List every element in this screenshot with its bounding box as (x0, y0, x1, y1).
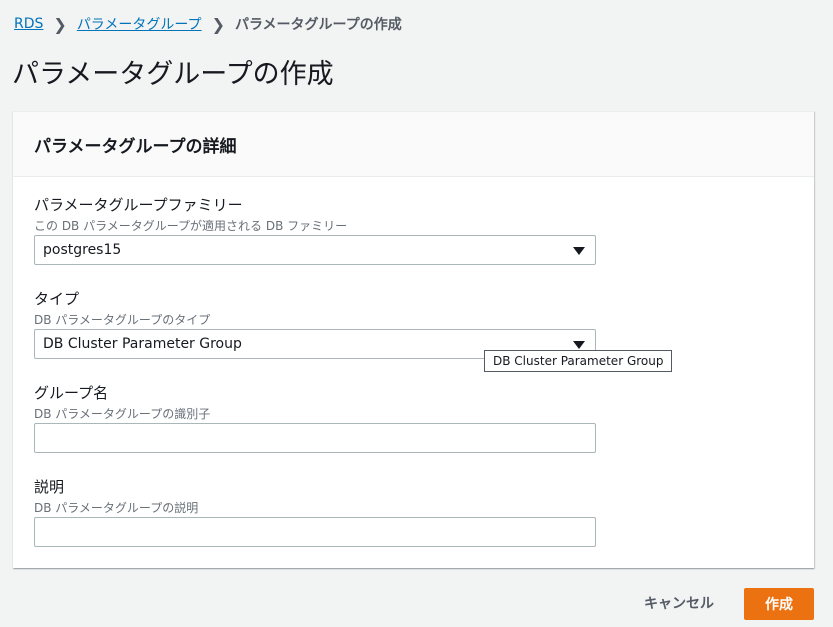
description-label: 説明 (34, 478, 65, 496)
group-name-description: DB パラメータグループの識別子 (34, 407, 211, 421)
type-select-value: DB Cluster Parameter Group (43, 336, 242, 352)
description-description: DB パラメータグループの説明 (34, 501, 199, 515)
type-label: タイプ (34, 290, 80, 308)
panel-title: パラメータグループの詳細 (34, 136, 237, 157)
chevron-right-icon: ❯ (211, 14, 225, 34)
description-field-text: 説明 DB パラメータグループの説明 (34, 476, 198, 516)
description-input[interactable] (34, 517, 596, 547)
type-field-text: タイプ DB パラメータグループのタイプ (34, 288, 210, 328)
page-title: パラメータグループの作成 (12, 59, 334, 90)
family-field-text: パラメータグループファミリー この DB パラメータグループが適用される DB … (34, 194, 347, 234)
panel-header: パラメータグループの詳細 (13, 112, 814, 177)
group-name-input[interactable] (34, 423, 596, 453)
cancel-button[interactable]: キャンセル (640, 589, 718, 617)
group-name-label: グループ名 (34, 384, 109, 402)
family-select[interactable]: postgres15 (34, 235, 596, 265)
breadcrumb-current: パラメータグループの作成 (234, 17, 402, 33)
caret-down-icon (573, 341, 585, 349)
family-select-value: postgres15 (43, 242, 122, 258)
chevron-right-icon: ❯ (53, 14, 67, 34)
breadcrumb: RDS ❯ パラメータグループ ❯ パラメータグループの作成 (14, 14, 402, 34)
group-name-field-text: グループ名 DB パラメータグループの識別子 (34, 382, 210, 422)
type-tooltip: DB Cluster Parameter Group (484, 350, 673, 372)
family-label: パラメータグループファミリー (34, 196, 243, 214)
family-description: この DB パラメータグループが適用される DB ファミリー (34, 219, 348, 233)
caret-down-icon (573, 247, 585, 255)
breadcrumb-parameter-groups-link[interactable]: パラメータグループ (77, 14, 202, 34)
breadcrumb-rds-link[interactable]: RDS (14, 16, 43, 32)
type-description: DB パラメータグループのタイプ (34, 313, 211, 327)
details-panel: パラメータグループの詳細 パラメータグループファミリー この DB パラメータグ… (13, 111, 814, 568)
create-button[interactable]: 作成 (744, 588, 814, 620)
